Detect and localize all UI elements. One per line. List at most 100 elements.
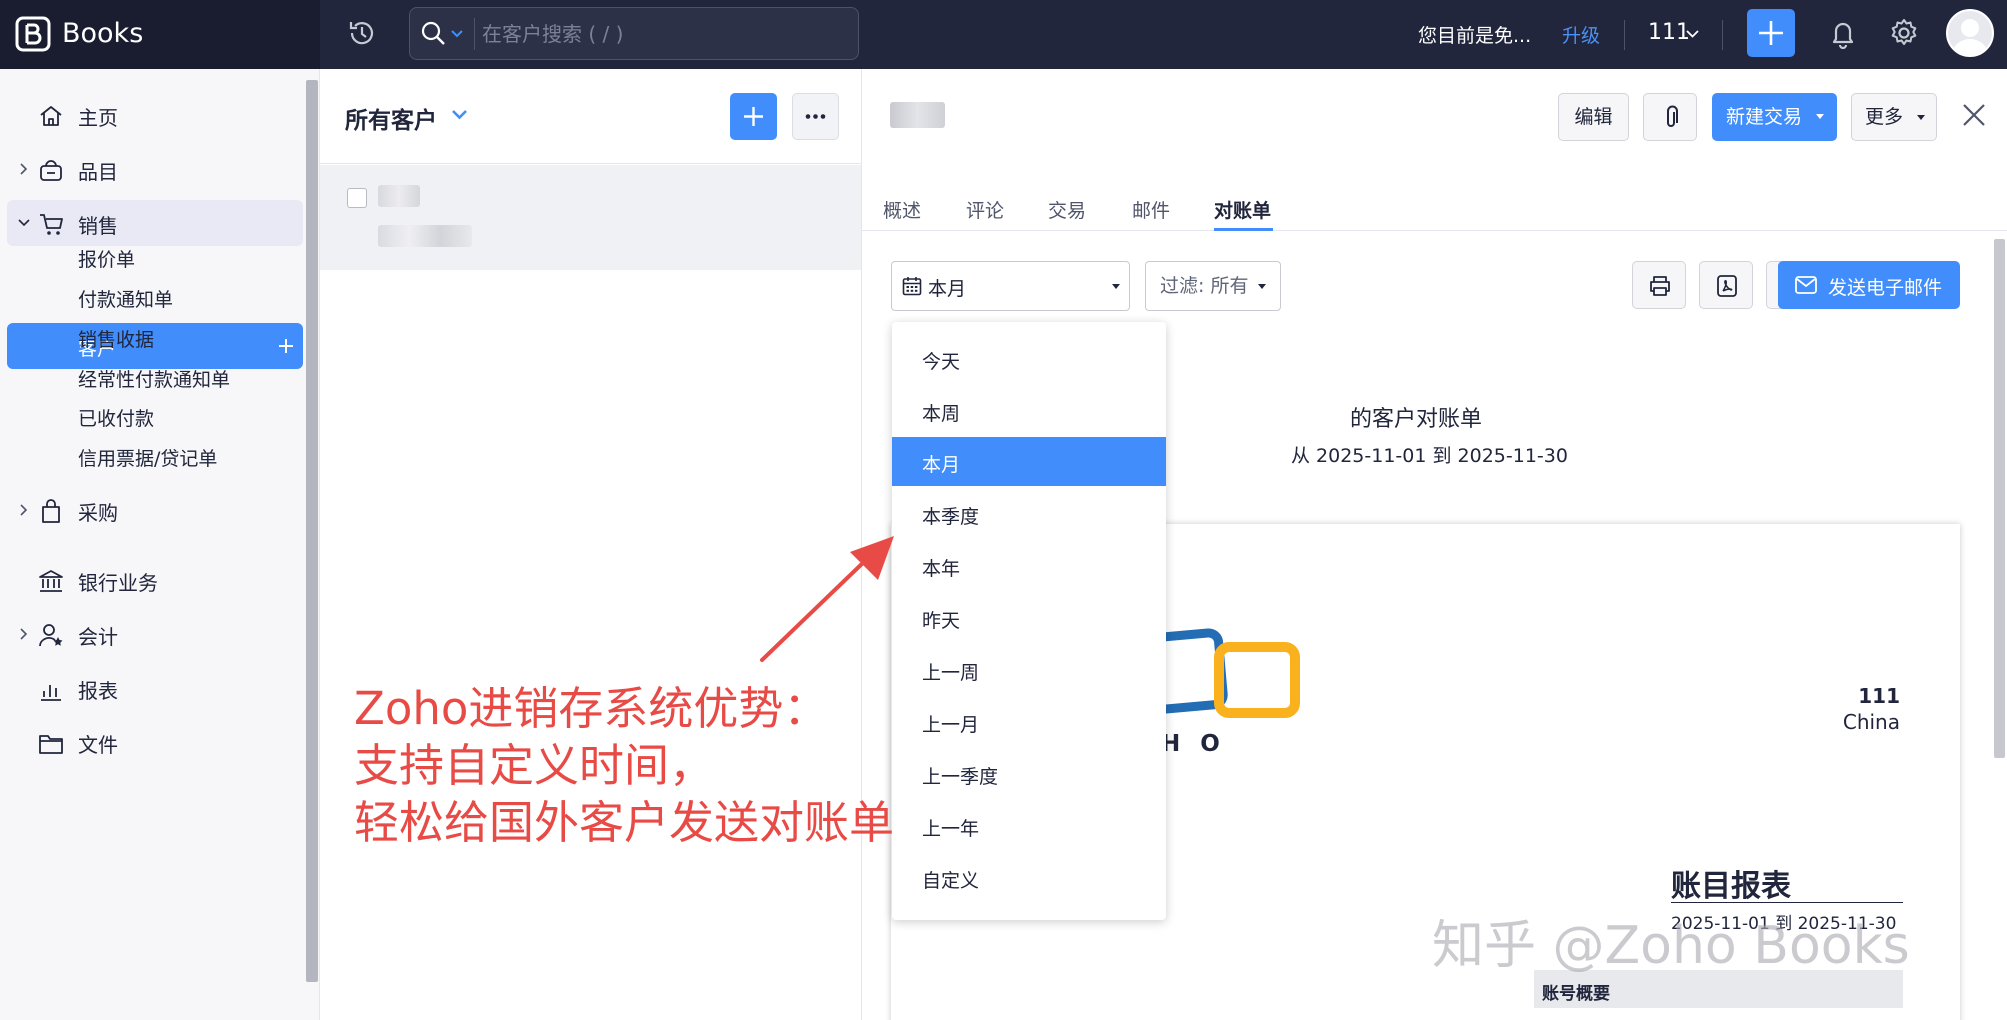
tab-comments[interactable]: 评论	[966, 196, 1004, 223]
statement-org-country: China	[1842, 710, 1900, 734]
account-summary-label: 账号概要	[1542, 984, 1610, 1004]
sidebar-subitem-customers[interactable]: 客户	[7, 323, 303, 369]
date-option-last-month[interactable]: 上一月	[892, 697, 1166, 746]
mail-icon	[1795, 276, 1817, 294]
bell-icon[interactable]	[1828, 17, 1858, 49]
date-option-this-quarter[interactable]: 本季度	[892, 489, 1166, 538]
date-range-select[interactable]: 本月	[891, 261, 1130, 311]
tab-statement[interactable]: 对账单	[1214, 196, 1271, 223]
sidebar-item-accountant[interactable]: 会计	[0, 611, 302, 657]
sidebar-item-home[interactable]: 主页	[0, 92, 302, 138]
cart-icon	[40, 214, 63, 235]
tab-mails[interactable]: 邮件	[1132, 196, 1170, 223]
sidebar-subitem-recurring-notices[interactable]: 经常性付款通知单	[78, 365, 230, 392]
sidebar-scrollbar[interactable]	[306, 80, 318, 982]
date-option-this-year[interactable]: 本年	[892, 541, 1166, 590]
date-option-label: 本周	[922, 403, 961, 425]
redacted-customer-title	[890, 102, 945, 128]
close-icon[interactable]	[1961, 102, 1987, 128]
logo-text: HO	[1161, 731, 1240, 757]
table-row[interactable]	[320, 165, 861, 270]
plus-icon[interactable]	[277, 337, 295, 355]
sidebar-item-sales[interactable]: 销售	[7, 200, 303, 246]
row-checkbox[interactable]	[347, 188, 367, 208]
date-option-yesterday[interactable]: 昨天	[892, 593, 1166, 642]
sidebar-item-purchases[interactable]: 采购	[0, 487, 302, 533]
sidebar-item-banking[interactable]: 银行业务	[0, 557, 302, 603]
date-option-custom[interactable]: 自定义	[892, 853, 1166, 902]
upgrade-link[interactable]: 升级	[1562, 21, 1600, 48]
folder-icon	[39, 735, 63, 754]
sidebar-item-label: 银行业务	[78, 571, 158, 595]
date-option-today[interactable]: 今天	[892, 334, 1166, 383]
date-option-label: 今天	[922, 351, 961, 373]
caret-down-icon	[1917, 115, 1925, 120]
date-option-label: 自定义	[922, 870, 980, 892]
search-input[interactable]	[482, 16, 842, 52]
org-switcher[interactable]: 111	[1648, 20, 1690, 45]
history-icon[interactable]	[346, 17, 378, 49]
date-option-label: 本月	[922, 454, 961, 476]
chevron-down-icon[interactable]	[450, 28, 464, 40]
tab-transactions[interactable]: 交易	[1048, 196, 1086, 223]
active-tab-indicator	[1214, 228, 1273, 231]
quick-create-button[interactable]	[1747, 9, 1795, 57]
caret-down-icon	[1112, 284, 1120, 289]
new-customer-button[interactable]	[730, 93, 777, 140]
date-option-last-week[interactable]: 上一周	[892, 645, 1166, 694]
detail-scrollbar[interactable]	[1994, 239, 2005, 758]
paperclip-icon	[1667, 105, 1678, 127]
more-options-button[interactable]	[792, 93, 839, 140]
filter-select[interactable]: 过滤: 所有	[1145, 261, 1281, 311]
date-option-last-year[interactable]: 上一年	[892, 801, 1166, 850]
chevron-right-icon[interactable]	[17, 627, 31, 641]
calendar-icon	[902, 277, 922, 296]
sidebar-item-label: 销售	[78, 214, 118, 238]
brand[interactable]: Books	[0, 0, 320, 69]
pdf-button[interactable]	[1699, 261, 1753, 309]
date-option-this-month[interactable]: 本月	[892, 437, 1166, 486]
annotation-line: Zoho进销存系统优势：	[354, 682, 829, 735]
redacted-customer-detail	[378, 225, 472, 247]
chevron-down-icon[interactable]	[17, 216, 31, 230]
sidebar-item-reports[interactable]: 报表	[0, 665, 302, 711]
chevron-down-icon[interactable]	[1686, 29, 1699, 39]
sidebar-subitem-credit-notes[interactable]: 信用票据/贷记单	[78, 444, 217, 471]
sidebar-item-label: 会计	[78, 625, 118, 649]
sidebar-subitem-payment-notices[interactable]: 付款通知单	[78, 285, 173, 312]
date-option-label: 上一年	[922, 818, 980, 840]
caret-down-icon	[1258, 284, 1266, 289]
sidebar-item-documents[interactable]: 文件	[0, 719, 302, 765]
chevron-down-icon[interactable]	[451, 109, 468, 121]
edit-button[interactable]: 编辑	[1558, 93, 1629, 141]
sidebar: 主页 品目 销售 客户 报价单 付款通知单 销售收据 经常性付款通知单 已收付款…	[0, 69, 320, 1020]
attach-button[interactable]	[1643, 93, 1697, 141]
date-option-label: 本年	[922, 558, 961, 580]
sidebar-item-items[interactable]: 品目	[0, 146, 302, 192]
date-option-last-quarter[interactable]: 上一季度	[892, 749, 1166, 798]
gear-icon[interactable]	[1888, 17, 1920, 49]
chevron-right-icon[interactable]	[17, 162, 31, 176]
sidebar-subitem-quotes[interactable]: 报价单	[78, 245, 135, 272]
basket-icon	[40, 160, 62, 181]
new-transaction-button[interactable]: 新建交易	[1712, 93, 1837, 141]
filter-value: 过滤: 所有	[1160, 275, 1249, 297]
send-email-button[interactable]: 发送电子邮件	[1778, 261, 1960, 309]
date-option-label: 昨天	[922, 610, 961, 632]
print-button[interactable]	[1632, 261, 1686, 309]
more-button[interactable]: 更多	[1851, 93, 1937, 141]
chevron-right-icon[interactable]	[17, 503, 31, 517]
sidebar-subitem-payments-received[interactable]: 已收付款	[78, 404, 154, 431]
sidebar-item-label: 主页	[78, 106, 118, 130]
date-option-this-week[interactable]: 本周	[892, 386, 1166, 435]
tab-overview[interactable]: 概述	[883, 196, 921, 223]
list-view-title[interactable]: 所有客户	[345, 101, 437, 135]
search-icon[interactable]	[420, 20, 448, 48]
new-transaction-label: 新建交易	[1726, 106, 1803, 128]
caret-down-icon	[1816, 114, 1824, 119]
avatar[interactable]	[1946, 9, 1994, 57]
date-range-value: 本月	[928, 278, 967, 300]
sidebar-subitem-sales-receipts[interactable]: 销售收据	[78, 325, 154, 352]
ellipsis-icon	[805, 114, 826, 119]
plus-icon	[744, 107, 763, 126]
